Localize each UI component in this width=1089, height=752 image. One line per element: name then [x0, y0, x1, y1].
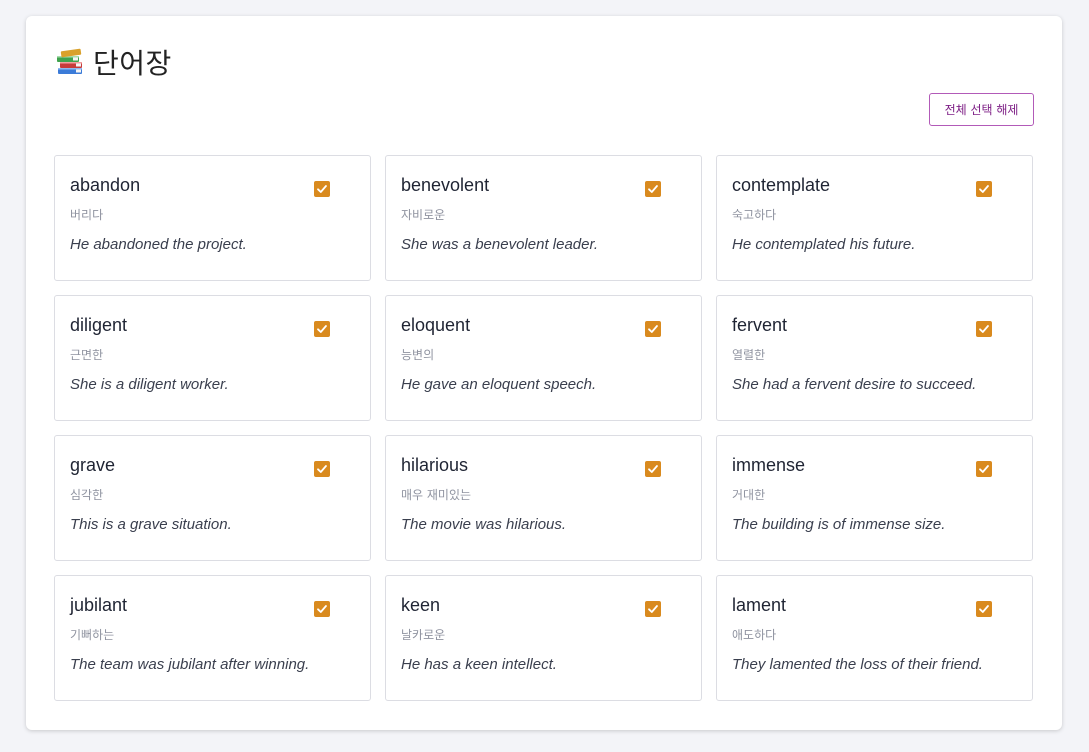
word-term: eloquent — [401, 315, 471, 335]
checkmark-icon — [317, 185, 327, 193]
word-example: She was a benevolent leader. — [401, 236, 599, 253]
checkmark-icon — [317, 465, 327, 473]
checkmark-icon — [648, 465, 658, 473]
word-card: contemplate 숙고하다 He contemplated his fut… — [716, 155, 1033, 281]
word-example: She had a fervent desire to succeed. — [732, 376, 977, 393]
word-example: He has a keen intellect. — [401, 656, 557, 673]
word-term: hilarious — [401, 455, 469, 475]
word-term: keen — [401, 595, 441, 615]
word-term: diligent — [70, 315, 128, 335]
word-select-checkbox[interactable] — [314, 321, 330, 337]
word-meaning: 능변의 — [401, 348, 435, 362]
word-example: The movie was hilarious. — [401, 516, 567, 533]
word-example: The building is of immense size. — [732, 516, 946, 533]
word-select-checkbox[interactable] — [976, 181, 992, 197]
checkmark-icon — [317, 325, 327, 333]
word-term: grave — [70, 455, 116, 475]
word-term: lament — [732, 595, 787, 615]
deselect-all-button[interactable]: 전체 선택 해제 — [929, 93, 1034, 126]
word-term: immense — [732, 455, 806, 475]
word-example: He abandoned the project. — [70, 236, 247, 253]
page-title-text: 단어장 — [93, 47, 172, 80]
word-meaning: 심각한 — [70, 488, 104, 502]
word-meaning: 날카로운 — [401, 628, 446, 642]
word-select-checkbox[interactable] — [314, 601, 330, 617]
word-meaning: 매우 재미있는 — [401, 488, 472, 502]
word-select-checkbox[interactable] — [645, 181, 661, 197]
word-example: She is a diligent worker. — [70, 376, 229, 393]
checkmark-icon — [979, 325, 989, 333]
vocabulary-panel: 단어장 전체 선택 해제 abandon 버리다 He abandoned th… — [26, 16, 1062, 730]
word-example: This is a grave situation. — [70, 516, 232, 533]
word-card: lament 애도하다 They lamented the loss of th… — [716, 575, 1033, 701]
word-card: abandon 버리다 He abandoned the project. — [54, 155, 371, 281]
books-icon — [57, 48, 82, 74]
word-card: hilarious 매우 재미있는 The movie was hilariou… — [385, 435, 702, 561]
word-meaning: 숙고하다 — [732, 208, 777, 222]
page-title: 단어장 — [55, 44, 172, 80]
word-select-checkbox[interactable] — [645, 601, 661, 617]
word-term: abandon — [70, 175, 141, 195]
word-select-checkbox[interactable] — [976, 321, 992, 337]
word-card: keen 날카로운 He has a keen intellect. — [385, 575, 702, 701]
checkmark-icon — [317, 605, 327, 613]
word-card: fervent 열렬한 She had a fervent desire to … — [716, 295, 1033, 421]
word-card: jubilant 기뻐하는 The team was jubilant afte… — [54, 575, 371, 701]
word-term: jubilant — [70, 595, 128, 615]
checkmark-icon — [648, 185, 658, 193]
word-card: grave 심각한 This is a grave situation. — [54, 435, 371, 561]
word-term: contemplate — [732, 175, 831, 195]
word-meaning: 버리다 — [70, 208, 104, 222]
word-meaning: 근면한 — [70, 348, 104, 362]
word-select-checkbox[interactable] — [976, 601, 992, 617]
word-example: He gave an eloquent speech. — [401, 376, 597, 393]
checkmark-icon — [979, 605, 989, 613]
word-select-checkbox[interactable] — [314, 461, 330, 477]
word-card: immense 거대한 The building is of immense s… — [716, 435, 1033, 561]
word-term: fervent — [732, 315, 788, 335]
checkmark-icon — [648, 605, 658, 613]
word-term: benevolent — [401, 175, 490, 195]
word-meaning: 애도하다 — [732, 628, 777, 642]
word-card: benevolent 자비로운 She was a benevolent lea… — [385, 155, 702, 281]
word-example: The team was jubilant after winning. — [70, 656, 310, 673]
word-example: They lamented the loss of their friend. — [732, 656, 983, 673]
word-meaning: 거대한 — [732, 488, 766, 502]
word-select-checkbox[interactable] — [645, 461, 661, 477]
word-card-grid: abandon 버리다 He abandoned the project. be… — [54, 155, 1033, 701]
word-meaning: 자비로운 — [401, 208, 446, 222]
word-meaning: 기뻐하는 — [70, 628, 115, 642]
word-meaning: 열렬한 — [732, 348, 766, 362]
word-select-checkbox[interactable] — [976, 461, 992, 477]
word-example: He contemplated his future. — [732, 236, 916, 253]
checkmark-icon — [979, 185, 989, 193]
word-select-checkbox[interactable] — [645, 321, 661, 337]
word-card: diligent 근면한 She is a diligent worker. — [54, 295, 371, 421]
word-select-checkbox[interactable] — [314, 181, 330, 197]
checkmark-icon — [648, 325, 658, 333]
checkmark-icon — [979, 465, 989, 473]
word-card: eloquent 능변의 He gave an eloquent speech. — [385, 295, 702, 421]
